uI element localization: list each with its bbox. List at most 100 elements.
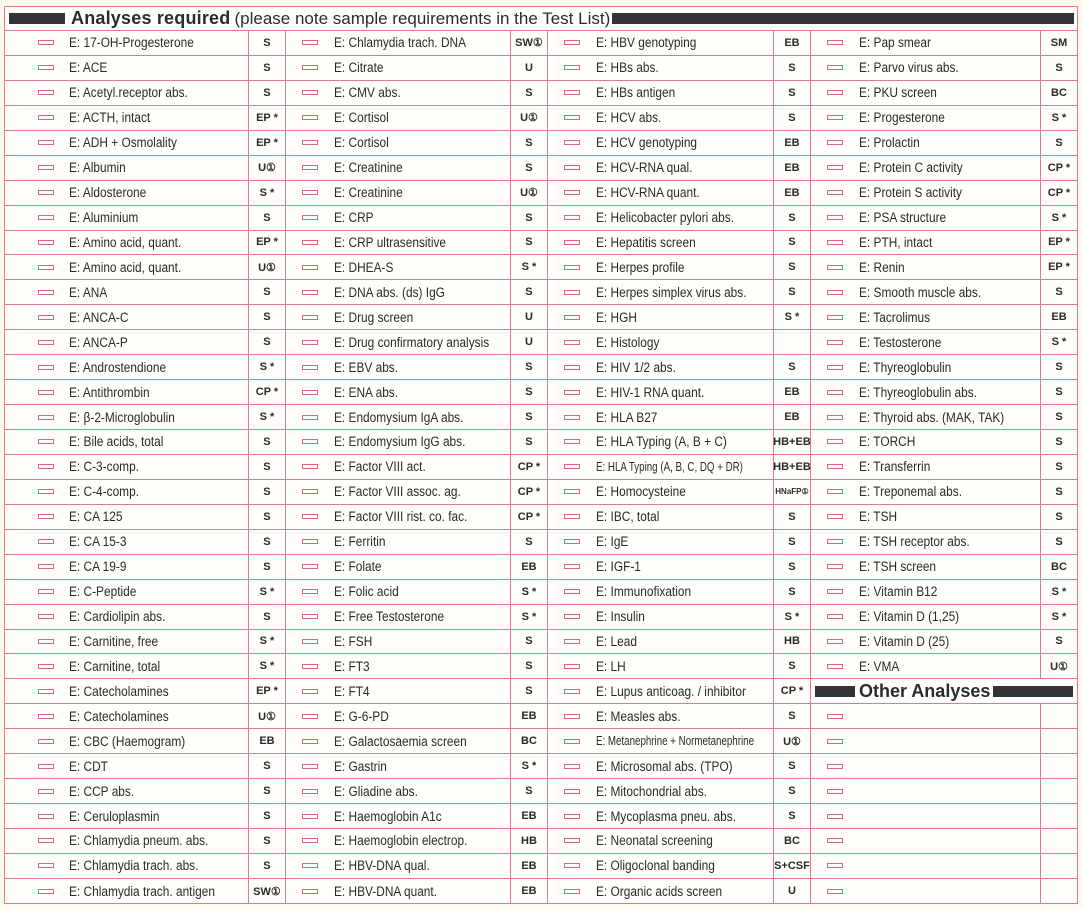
analysis-checkbox[interactable] (826, 614, 843, 620)
analysis-checkbox[interactable] (38, 514, 54, 520)
other-sample-code-field[interactable] (1041, 754, 1077, 778)
analysis-checkbox[interactable] (38, 788, 54, 794)
analysis-checkbox[interactable] (301, 90, 318, 96)
other-sample-code-field[interactable] (1041, 829, 1077, 853)
analysis-checkbox[interactable] (38, 140, 54, 146)
analysis-checkbox[interactable] (301, 289, 318, 295)
analysis-checkbox[interactable] (563, 389, 580, 395)
other-sample-code-field[interactable] (1041, 729, 1077, 753)
analysis-checkbox[interactable] (38, 763, 54, 769)
other-analysis-name-field[interactable] (811, 779, 1041, 804)
analysis-checkbox[interactable] (563, 239, 580, 245)
analysis-checkbox[interactable] (563, 589, 580, 595)
analysis-checkbox[interactable] (301, 464, 318, 470)
analysis-checkbox[interactable] (826, 589, 843, 595)
analysis-checkbox[interactable] (826, 663, 843, 669)
analysis-checkbox[interactable] (301, 239, 318, 245)
analysis-checkbox[interactable] (38, 65, 54, 71)
analysis-checkbox[interactable] (563, 364, 580, 370)
analysis-checkbox[interactable] (563, 838, 580, 844)
analysis-checkbox[interactable] (826, 115, 843, 121)
analysis-checkbox[interactable] (826, 314, 843, 320)
other-analysis-checkbox[interactable] (826, 863, 843, 869)
analysis-checkbox[interactable] (563, 190, 580, 196)
analysis-checkbox[interactable] (563, 339, 580, 345)
analysis-checkbox[interactable] (563, 738, 580, 744)
analysis-checkbox[interactable] (301, 514, 318, 520)
analysis-checkbox[interactable] (826, 414, 843, 420)
analysis-checkbox[interactable] (301, 838, 318, 844)
analysis-checkbox[interactable] (301, 40, 318, 46)
analysis-checkbox[interactable] (38, 264, 54, 270)
other-analysis-name-field[interactable] (811, 804, 1041, 828)
analysis-checkbox[interactable] (301, 763, 318, 769)
other-analysis-name-field[interactable] (811, 754, 1041, 779)
analysis-checkbox[interactable] (301, 414, 318, 420)
analysis-checkbox[interactable] (301, 364, 318, 370)
other-analysis-checkbox[interactable] (826, 738, 843, 744)
analysis-checkbox[interactable] (563, 813, 580, 819)
analysis-checkbox[interactable] (563, 90, 580, 96)
analysis-checkbox[interactable] (826, 140, 843, 146)
analysis-checkbox[interactable] (38, 738, 54, 744)
analysis-checkbox[interactable] (301, 788, 318, 794)
analysis-checkbox[interactable] (826, 464, 843, 470)
analysis-checkbox[interactable] (38, 414, 54, 420)
analysis-checkbox[interactable] (301, 663, 318, 669)
analysis-checkbox[interactable] (563, 614, 580, 620)
analysis-checkbox[interactable] (563, 115, 580, 121)
analysis-checkbox[interactable] (563, 564, 580, 570)
analysis-checkbox[interactable] (563, 638, 580, 644)
analysis-checkbox[interactable] (826, 539, 843, 545)
other-sample-code-field[interactable] (1041, 854, 1077, 878)
other-analysis-name-field[interactable] (811, 704, 1041, 729)
other-analysis-checkbox[interactable] (826, 813, 843, 819)
other-sample-code-field[interactable] (1041, 879, 1077, 904)
analysis-checkbox[interactable] (38, 863, 54, 869)
analysis-checkbox[interactable] (301, 638, 318, 644)
analysis-checkbox[interactable] (38, 314, 54, 320)
analysis-checkbox[interactable] (301, 539, 318, 545)
analysis-checkbox[interactable] (301, 115, 318, 121)
analysis-checkbox[interactable] (38, 364, 54, 370)
analysis-checkbox[interactable] (826, 389, 843, 395)
analysis-checkbox[interactable] (826, 264, 843, 270)
other-analysis-name-field[interactable] (811, 729, 1041, 754)
analysis-checkbox[interactable] (38, 464, 54, 470)
analysis-checkbox[interactable] (563, 489, 580, 495)
analysis-checkbox[interactable] (563, 264, 580, 270)
analysis-checkbox[interactable] (301, 738, 318, 744)
analysis-checkbox[interactable] (826, 439, 843, 445)
analysis-checkbox[interactable] (563, 414, 580, 420)
analysis-checkbox[interactable] (38, 165, 54, 171)
analysis-checkbox[interactable] (563, 514, 580, 520)
analysis-checkbox[interactable] (301, 614, 318, 620)
analysis-checkbox[interactable] (301, 863, 318, 869)
other-analysis-checkbox[interactable] (826, 888, 843, 894)
analysis-checkbox[interactable] (563, 165, 580, 171)
analysis-checkbox[interactable] (301, 140, 318, 146)
analysis-checkbox[interactable] (563, 788, 580, 794)
analysis-checkbox[interactable] (38, 40, 54, 46)
analysis-checkbox[interactable] (38, 713, 54, 719)
analysis-checkbox[interactable] (38, 289, 54, 295)
analysis-checkbox[interactable] (563, 439, 580, 445)
analysis-checkbox[interactable] (38, 663, 54, 669)
analysis-checkbox[interactable] (38, 439, 54, 445)
analysis-checkbox[interactable] (301, 314, 318, 320)
analysis-checkbox[interactable] (563, 663, 580, 669)
analysis-checkbox[interactable] (301, 888, 318, 894)
other-sample-code-field[interactable] (1041, 804, 1077, 828)
analysis-checkbox[interactable] (563, 688, 580, 694)
analysis-checkbox[interactable] (563, 763, 580, 769)
analysis-checkbox[interactable] (563, 314, 580, 320)
analysis-checkbox[interactable] (38, 489, 54, 495)
other-analysis-checkbox[interactable] (826, 788, 843, 794)
analysis-checkbox[interactable] (38, 539, 54, 545)
analysis-checkbox[interactable] (38, 190, 54, 196)
analysis-checkbox[interactable] (563, 888, 580, 894)
analysis-checkbox[interactable] (38, 239, 54, 245)
analysis-checkbox[interactable] (38, 564, 54, 570)
analysis-checkbox[interactable] (301, 713, 318, 719)
analysis-checkbox[interactable] (38, 838, 54, 844)
